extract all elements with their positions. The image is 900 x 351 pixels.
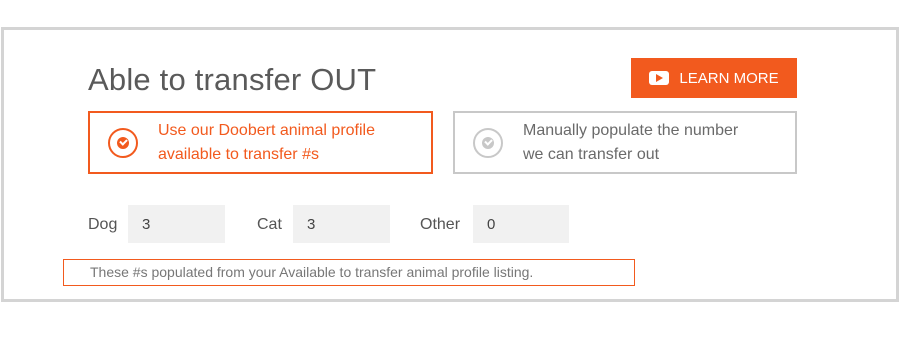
check-circle-icon	[108, 127, 138, 158]
option-label: Use our Doobert animal profile available…	[158, 119, 375, 167]
video-play-icon	[649, 71, 670, 85]
option-use-doobert-profile[interactable]: Use our Doobert animal profile available…	[88, 111, 433, 174]
learn-more-button[interactable]: LEARN MORE	[631, 58, 797, 98]
other-label: Other	[420, 216, 461, 233]
dog-count-input[interactable]	[128, 205, 225, 243]
cat-count-input[interactable]	[293, 205, 390, 243]
section-title: Able to transfer OUT	[88, 62, 377, 97]
option-label-line-1: Use our Doobert animal profile	[158, 121, 375, 139]
option-label-line-1: Manually populate the number	[523, 121, 739, 139]
other-count-input[interactable]	[473, 205, 569, 243]
option-label-line-2: we can transfer out	[523, 145, 660, 163]
option-label-line-2: available to transfer #s	[158, 145, 319, 163]
check-circle-icon	[473, 127, 503, 158]
option-manually-populate[interactable]: Manually populate the number we can tran…	[453, 111, 797, 174]
transfer-out-panel: Able to transfer OUT LEARN MORE Use our …	[1, 27, 899, 302]
cat-label: Cat	[257, 216, 282, 233]
option-label: Manually populate the number we can tran…	[523, 119, 738, 167]
learn-more-label: LEARN MORE	[679, 69, 779, 87]
dog-label: Dog	[88, 216, 118, 233]
populated-note: These #s populated from your Available t…	[63, 259, 635, 286]
